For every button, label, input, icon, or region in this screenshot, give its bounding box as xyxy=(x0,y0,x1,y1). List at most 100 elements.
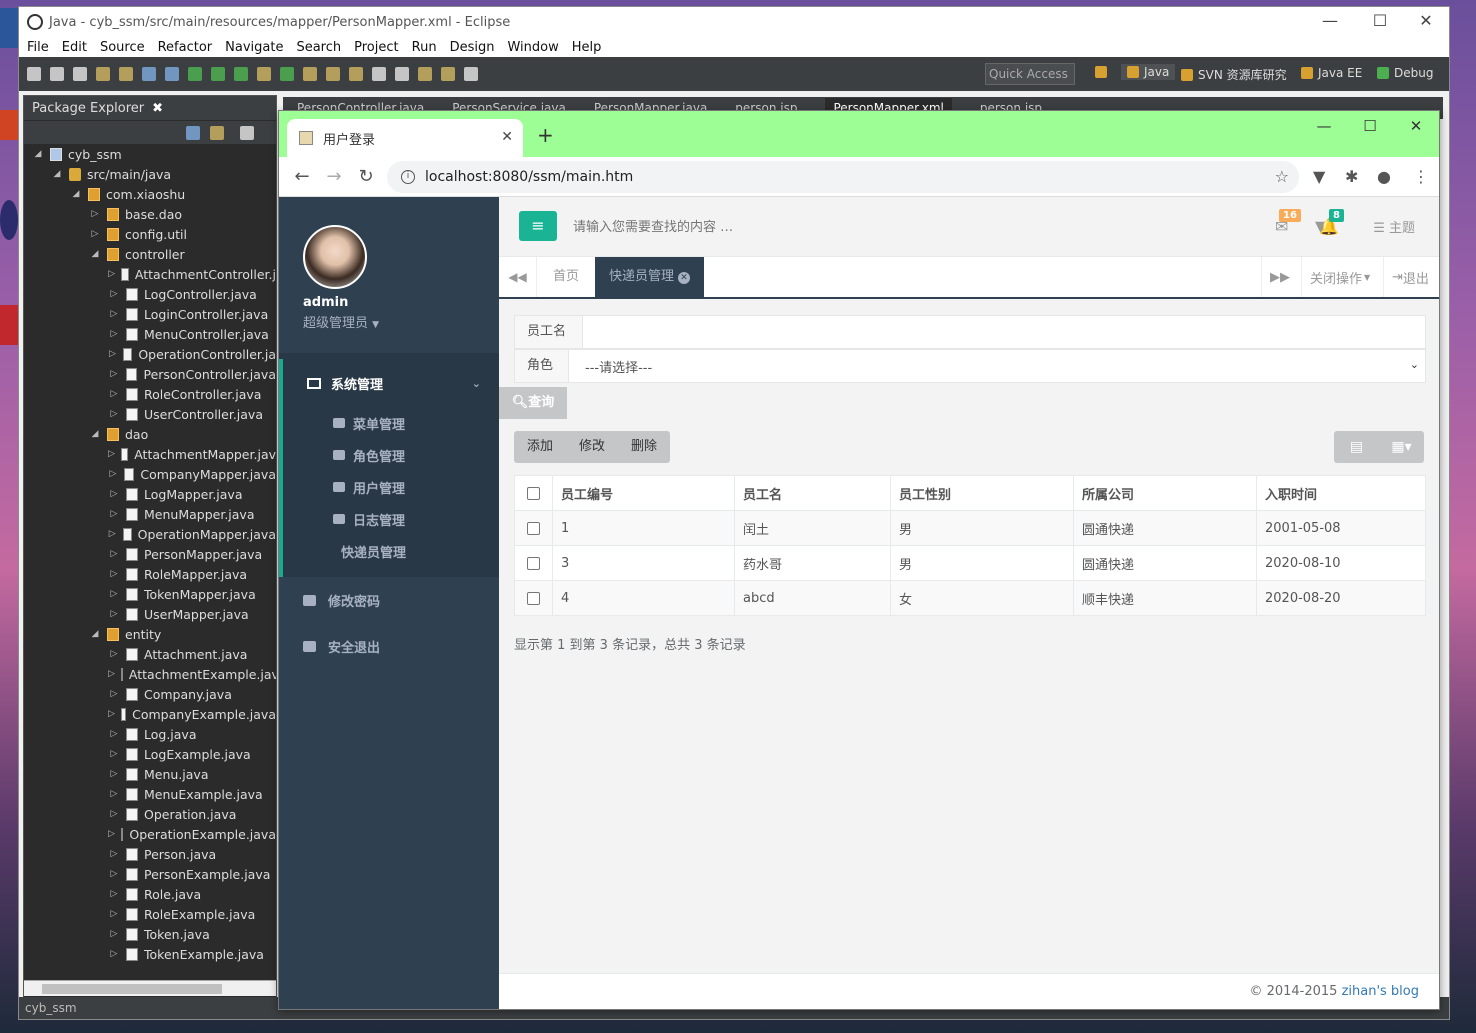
profile-avatar-icon[interactable]: ● xyxy=(1377,167,1391,186)
tab-close-icon[interactable]: ✕ xyxy=(678,272,691,284)
tree-item[interactable]: ▷ AttachmentController.j xyxy=(24,264,276,284)
terminal-icon[interactable] xyxy=(142,67,156,81)
quick-access-input[interactable]: Quick Access xyxy=(985,63,1075,85)
menu-search[interactable]: Search xyxy=(296,40,341,55)
tab-scroll-left-icon[interactable]: ◀◀ xyxy=(499,257,537,297)
collapsed-arrow-icon[interactable]: ▷ xyxy=(108,389,120,399)
open-type-icon[interactable] xyxy=(303,67,317,81)
grid-view-icon[interactable]: ▦▾ xyxy=(1379,431,1424,463)
tree-item[interactable]: ▷ UserController.java xyxy=(24,404,276,424)
tree-item[interactable]: ▷ OperationMapper.java xyxy=(24,524,276,544)
collapsed-arrow-icon[interactable]: ▷ xyxy=(108,809,120,819)
perspective-javaee[interactable]: Java EE xyxy=(1301,66,1362,80)
collapsed-arrow-icon[interactable]: ▷ xyxy=(108,289,120,299)
collapsed-arrow-icon[interactable]: ▷ xyxy=(108,309,120,319)
nav-item-system-management[interactable]: 系统管理 ⌄ xyxy=(283,359,499,407)
tree-item[interactable]: ◢ entity xyxy=(24,624,276,644)
perspective-debug[interactable]: Debug xyxy=(1377,66,1433,80)
expanded-arrow-icon[interactable]: ◢ xyxy=(89,249,101,259)
column-header[interactable]: 入职时间 xyxy=(1256,475,1426,511)
collapsed-arrow-icon[interactable]: ▷ xyxy=(108,849,120,859)
tree-item[interactable]: ▷ Company.java xyxy=(24,684,276,704)
row-checkbox[interactable] xyxy=(527,591,540,605)
collapsed-arrow-icon[interactable]: ▷ xyxy=(108,889,120,899)
column-header[interactable]: 所属公司 xyxy=(1073,475,1257,511)
search-input[interactable] xyxy=(573,215,1173,239)
collapsed-arrow-icon[interactable]: ▷ xyxy=(108,529,117,539)
new-package-icon[interactable] xyxy=(280,67,294,81)
new-java-project-icon[interactable] xyxy=(257,67,271,81)
print-icon[interactable] xyxy=(96,67,110,81)
tree-item[interactable]: ▷ LogMapper.java xyxy=(24,484,276,504)
tree-item[interactable]: ▷ Attachment.java xyxy=(24,644,276,664)
tree-item[interactable]: ▷ Role.java xyxy=(24,884,276,904)
tree-item[interactable]: ▷ PersonController.java xyxy=(24,364,276,384)
expanded-arrow-icon[interactable]: ◢ xyxy=(32,149,44,159)
collapsed-arrow-icon[interactable]: ▷ xyxy=(108,869,120,879)
tree-item[interactable]: ▷ TokenExample.java xyxy=(24,944,276,964)
scrollbar-thumb[interactable] xyxy=(42,984,222,994)
menu-project[interactable]: Project xyxy=(354,40,398,55)
next-annotation-icon[interactable] xyxy=(372,67,386,81)
logout-tab-button[interactable]: ⇥ 退出 xyxy=(1383,257,1437,297)
role-select[interactable]: ---请选择--- xyxy=(569,357,1425,376)
nav-item-role-management[interactable]: 角色管理 xyxy=(283,439,499,471)
back-arrow-icon[interactable]: ← xyxy=(293,166,311,187)
save-all-icon[interactable] xyxy=(73,67,87,81)
tree-item[interactable]: ▷ config.util xyxy=(24,224,276,244)
column-header[interactable]: 员工名 xyxy=(734,475,891,511)
nav-item-menu-management[interactable]: 菜单管理 xyxy=(283,407,499,439)
collapsed-arrow-icon[interactable]: ▷ xyxy=(108,709,115,719)
expanded-arrow-icon[interactable]: ◢ xyxy=(89,429,101,439)
column-header[interactable]: 员工性别 xyxy=(890,475,1074,511)
avatar[interactable] xyxy=(303,225,367,289)
forward-arrow-icon[interactable]: → xyxy=(325,166,343,187)
expanded-arrow-icon[interactable]: ◢ xyxy=(70,189,82,199)
collapse-all-icon[interactable] xyxy=(186,126,200,140)
tree-item[interactable]: ▷ Person.java xyxy=(24,844,276,864)
tree-item[interactable]: ◢ src/main/java xyxy=(24,164,276,184)
extension-icon[interactable]: ▼ xyxy=(1313,167,1325,186)
tab-home[interactable]: 首页 xyxy=(537,257,595,297)
close-operations-dropdown[interactable]: 关闭操作 ▼ xyxy=(1301,257,1378,297)
link-editor-icon[interactable] xyxy=(210,126,224,140)
tree-item[interactable]: ▷ Operation.java xyxy=(24,804,276,824)
collapsed-arrow-icon[interactable]: ▷ xyxy=(108,269,115,279)
collapsed-arrow-icon[interactable]: ▷ xyxy=(89,229,101,239)
view-menu-icon[interactable] xyxy=(240,126,254,140)
nav-item-user-management[interactable]: 用户管理 xyxy=(283,471,499,503)
tree-item[interactable]: ▷ LogController.java xyxy=(24,284,276,304)
close-icon[interactable]: ✕ xyxy=(1403,11,1449,30)
tab-close-icon[interactable]: ✕ xyxy=(501,129,513,145)
collapsed-arrow-icon[interactable]: ▷ xyxy=(108,609,120,619)
tree-item[interactable]: ▷ UserMapper.java xyxy=(24,604,276,624)
collapsed-arrow-icon[interactable]: ▷ xyxy=(108,749,120,759)
tree-item[interactable]: ▷ base.dao xyxy=(24,204,276,224)
back-icon[interactable] xyxy=(441,67,455,81)
table-row[interactable]: 1 闰土 男 圆通快递 2001-05-08 xyxy=(514,510,1426,546)
collapsed-arrow-icon[interactable]: ▷ xyxy=(89,209,101,219)
collapsed-arrow-icon[interactable]: ▷ xyxy=(108,929,120,939)
collapsed-arrow-icon[interactable]: ▷ xyxy=(108,909,120,919)
forward-icon[interactable] xyxy=(464,67,478,81)
tree-item[interactable]: ▷ LoginController.java xyxy=(24,304,276,324)
minimize-icon[interactable]: — xyxy=(1307,11,1353,30)
tab-scroll-right-icon[interactable]: ▶▶ xyxy=(1261,257,1298,297)
site-info-icon[interactable]: i xyxy=(401,170,415,184)
run-external-icon[interactable] xyxy=(234,67,248,81)
collapsed-arrow-icon[interactable]: ▷ xyxy=(108,489,120,499)
tree-item[interactable]: ◢ controller xyxy=(24,244,276,264)
row-checkbox[interactable] xyxy=(527,521,540,535)
tree-item[interactable]: ▷ Log.java xyxy=(24,724,276,744)
close-icon[interactable]: ✖ xyxy=(152,101,163,116)
tree-item[interactable]: ▷ RoleExample.java xyxy=(24,904,276,924)
last-edit-icon[interactable] xyxy=(418,67,432,81)
tree-item[interactable]: ▷ Token.java xyxy=(24,924,276,944)
expanded-arrow-icon[interactable]: ◢ xyxy=(51,169,63,179)
row-checkbox[interactable] xyxy=(527,556,540,570)
close-icon[interactable]: ✕ xyxy=(1393,117,1439,135)
new-icon[interactable] xyxy=(27,67,41,81)
tree-item[interactable]: ▷ MenuExample.java xyxy=(24,784,276,804)
tree-item[interactable]: ▷ OperationExample.java xyxy=(24,824,276,844)
menu-design[interactable]: Design xyxy=(450,40,495,55)
